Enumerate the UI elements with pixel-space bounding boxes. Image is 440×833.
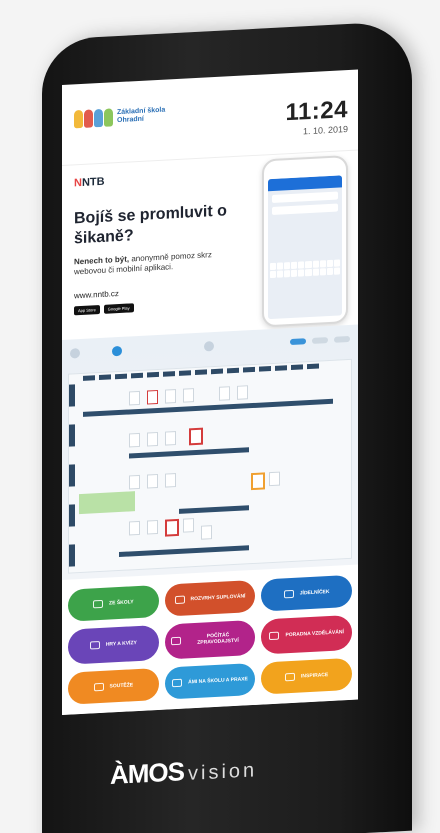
view-toggle-3[interactable] — [334, 335, 350, 343]
hands-icon — [74, 108, 113, 129]
room[interactable] — [201, 525, 212, 540]
room[interactable] — [129, 390, 140, 406]
clock-time: 11:24 — [285, 96, 348, 127]
kiosk-photo: Základní škola Ohradní 11:24 1. 10. 2019… — [0, 0, 440, 833]
room[interactable] — [147, 473, 158, 489]
room[interactable] — [165, 431, 176, 446]
room[interactable] — [165, 473, 176, 488]
screen-header: Základní škola Ohradní 11:24 1. 10. 2019 — [62, 69, 358, 165]
courtyard-area — [79, 491, 135, 515]
banner-headline: Bojíš se promluvit o šikaně? — [74, 202, 227, 248]
room[interactable] — [237, 385, 248, 400]
menu-tile[interactable]: HRY A KVÍZY — [68, 624, 159, 666]
dish-icon — [283, 589, 294, 599]
room[interactable] — [183, 518, 194, 533]
room[interactable] — [165, 389, 176, 404]
menu-tile[interactable]: INSPIRACE — [261, 658, 352, 695]
book-icon — [93, 599, 104, 609]
menu-tile-label: POČÍTÁČ ZPRAVODAJSTVÍ — [197, 632, 239, 647]
menu-tile[interactable]: ZE ŠKOLY — [68, 584, 159, 622]
app-store-badge[interactable]: App Store — [74, 305, 100, 316]
menu-tile[interactable]: POČÍTÁČ ZPRAVODAJSTVÍ — [164, 619, 256, 660]
menu-tile-label: SOUTĚŽE — [109, 682, 134, 690]
room[interactable] — [129, 432, 140, 448]
trophy-icon — [93, 682, 104, 692]
mic-icon — [170, 637, 181, 646]
floor-plan[interactable] — [68, 358, 352, 574]
prev-step-icon[interactable] — [70, 348, 80, 359]
chat-icon — [269, 632, 280, 641]
phone-mockup — [262, 155, 348, 328]
room[interactable] — [269, 471, 280, 487]
gamepad-icon — [89, 641, 100, 651]
school-name-line2: Ohradní — [117, 115, 144, 125]
room[interactable] — [183, 388, 194, 403]
phone-app-bar — [268, 175, 342, 192]
phone-keyboard — [268, 257, 342, 280]
menu-tile[interactable]: PORADNA VZDĚLÁVÁNÍ — [261, 614, 352, 655]
kiosk-screen: Základní škola Ohradní 11:24 1. 10. 2019… — [62, 69, 358, 715]
room[interactable] — [147, 519, 158, 535]
view-toggle-1[interactable] — [290, 338, 306, 346]
current-step-icon[interactable] — [112, 345, 122, 357]
room-selected[interactable] — [251, 472, 265, 491]
view-toggle-2[interactable] — [312, 337, 328, 344]
room[interactable] — [147, 431, 158, 447]
menu-tile-label: ROZVRHY SUPLOVÁNÍ — [190, 593, 246, 603]
nntb-banner[interactable]: NNTB Bojíš se promluvit o šikaně? Nenech… — [62, 149, 358, 340]
room[interactable] — [147, 389, 158, 405]
room[interactable] — [219, 386, 230, 401]
menu-tile-label: HRY A KVÍZY — [105, 640, 137, 649]
next-step-icon[interactable] — [204, 341, 214, 352]
room-highlighted[interactable] — [165, 518, 179, 537]
menu-tile[interactable]: SOUTĚŽE — [68, 668, 159, 705]
star-icon — [172, 678, 183, 688]
menu-tiles: ZE ŠKOLY ROZVRHY SUPLOVÁNÍ JÍDELNÍČEK HRY A… — [62, 564, 358, 715]
menu-tile-label: JÍDELNÍČEK — [299, 588, 330, 597]
room[interactable] — [129, 520, 140, 536]
floor-plan-panel — [62, 324, 358, 580]
school-logo: Základní škola Ohradní — [74, 106, 165, 129]
clock-icon — [174, 595, 185, 604]
menu-tile[interactable]: ROZVRHY SUPLOVÁNÍ — [164, 579, 256, 617]
room[interactable] — [129, 474, 140, 490]
menu-tile-label: PORADNA VZDĚLÁVÁNÍ — [285, 629, 344, 639]
menu-tile-label: INSPIRACE — [301, 672, 329, 680]
bulb-icon — [285, 672, 296, 682]
google-play-badge[interactable]: Google Play — [103, 303, 134, 314]
clock: 11:24 1. 10. 2019 — [285, 96, 348, 137]
room-highlighted[interactable] — [189, 427, 203, 446]
banner-subtext: Nenech to být, anonymně pomoz skrz webov… — [74, 250, 212, 277]
menu-tile[interactable]: JÍDELNÍČEK — [261, 574, 352, 612]
menu-tile-label: ZE ŠKOLY — [109, 599, 134, 607]
menu-tile-label: ÁMI NA ŠKOLU A PRAXE — [188, 676, 248, 686]
menu-tile[interactable]: ÁMI NA ŠKOLU A PRAXE — [164, 663, 256, 700]
